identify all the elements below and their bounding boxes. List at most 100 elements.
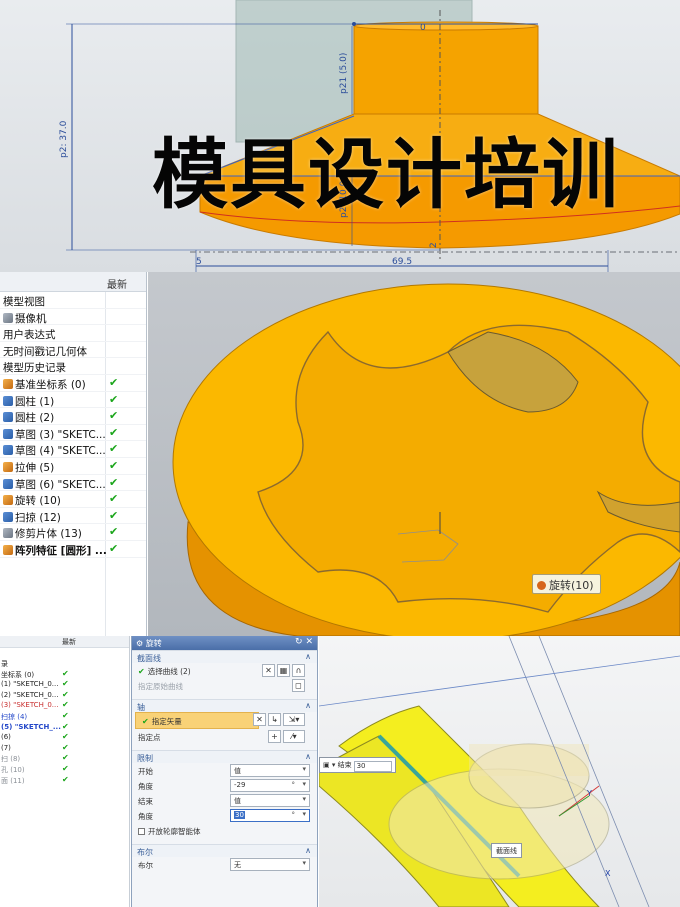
origin-curve-row[interactable]: 指定原始曲线 ◻ [132,678,317,693]
curve-rule-button[interactable]: ✕ [262,664,275,677]
tree-row-label: 拉伸 (5) [15,461,55,474]
start-angle-row[interactable]: 角度 -29 ° ▾ [132,778,317,793]
tree-row[interactable]: 修剪片体 (13) ✔ [0,524,146,541]
vector-type-dropdown[interactable]: ⇲▾ [283,713,305,726]
revolve-dialog[interactable]: ⚙ 旋转 ↻ ✕ 截面线∧ 选择曲线 (2) ✕ ▦ ∩ 指定原始曲线 ◻ 轴∧… [131,636,318,907]
tree-row[interactable]: 用户表达式 [0,325,146,342]
dim-offset[interactable]: 2 [429,242,439,248]
end-angle-row[interactable]: 角度 30 ° ▾ [132,808,317,823]
end-value-input[interactable]: 30 [353,761,392,772]
header-name [2,276,5,287]
sketch-icon [3,478,13,489]
tree-row[interactable]: 旋转 (10) ✔ [0,491,146,508]
ghost-cylinder-side [469,744,589,776]
list-item[interactable]: (7) ✔ [0,743,129,754]
boolean-row[interactable]: 布尔 无 ▾ [132,857,317,872]
chevron-up-icon[interactable]: ∧ [305,752,311,761]
tree-row[interactable]: 模型视图 [0,292,146,309]
specify-vector-row[interactable]: 指定矢量 [135,712,259,729]
dim-gap[interactable]: 5 [196,257,202,267]
close-icon[interactable]: ↻ ✕ [295,637,313,647]
dim-bottom[interactable]: 0 [420,23,426,33]
section-title: 轴 [137,703,145,712]
end-row[interactable]: 结束 值 ▾ [132,793,317,808]
start-type-select[interactable]: 值 ▾ [230,764,310,777]
chevron-up-icon[interactable]: ∧ [305,846,311,855]
tree-row[interactable]: 草图 (4) "SKETC... ✔ [0,441,146,458]
specify-vector-label: 指定矢量 [142,716,182,727]
list-item[interactable]: (3) "SKETCH_0... ✔ [0,700,129,711]
part-navigator[interactable]: 最新 模型视图 摄像机 用户表达式 无时间戳记几何体 模型历史记录 基准坐标系 … [0,272,147,636]
list-item-label: 面 (11) [1,776,25,785]
tree-row[interactable]: 摄像机 [0,309,146,326]
axis-line [319,655,680,707]
list-item-label: (2) "SKETCH_0... [1,690,59,699]
select-curve-label: 选择曲线 (2) [138,666,191,677]
specify-point-row[interactable]: 指定点 + ⁄▾ [132,729,317,744]
sketch-section-button[interactable]: ▦ [277,664,290,677]
list-item[interactable]: (6) ✔ [0,732,129,743]
tree-row[interactable]: 圆柱 (1) ✔ [0,392,146,409]
tree-row[interactable]: 拉伸 (5) ✔ [0,458,146,475]
list-item-label: (3) "SKETCH_0... [1,701,59,710]
tooltip-text: 旋转(10) [549,579,594,592]
header-latest: 最新 [107,280,127,291]
select-curve-row[interactable]: 选择曲线 (2) ✕ ▦ ∩ [132,663,317,678]
end-angle-handle[interactable]: ▣ ▾ 结束 30 [319,757,396,773]
list-item[interactable]: (2) "SKETCH_0... ✔ [0,690,129,701]
top-cylinder-cap [353,21,539,31]
dim-width[interactable]: 69.5 [392,257,412,267]
vector-dialog-button[interactable]: ↳ [268,713,281,726]
dim-top-diameter[interactable]: p21 (5.0) [339,53,349,94]
point-type-dropdown[interactable]: ⁄▾ [283,730,305,743]
section-header-curve[interactable]: 截面线 ∧ [132,650,317,663]
section-header-boolean[interactable]: 布尔 ∧ [132,844,317,857]
section-curve-label[interactable]: 截面线 [491,843,522,858]
section-title: 截面线 [137,654,161,663]
tree-row[interactable]: 基准坐标系 (0) ✔ [0,375,146,392]
list-item[interactable]: (1) "SKETCH_0... ✔ [0,679,129,690]
status-check-icon: ✔ [62,742,69,752]
tree-row[interactable]: 扫掠 (12) ✔ [0,508,146,525]
chevron-up-icon[interactable]: ∧ [305,652,311,661]
list-item[interactable]: 录 [0,658,129,669]
status-check-icon: ✔ [62,668,69,678]
open-profile-row[interactable]: 开放轮廓智能体 [132,823,317,838]
tree-row[interactable]: 圆柱 (2) ✔ [0,408,146,425]
cylinder-icon [3,412,13,423]
list-item-label: 孔 (10) [1,765,25,774]
end-type-select[interactable]: 值 ▾ [230,794,310,807]
boolean-select[interactable]: 无 ▾ [230,858,310,871]
sweep-icon [3,511,13,522]
list-item[interactable]: 孔 (10) ✔ [0,764,129,775]
start-row[interactable]: 开始 值 ▾ [132,763,317,778]
status-check-icon: ✔ [109,525,119,539]
dialog-title-bar[interactable]: ⚙ 旋转 ↻ ✕ [132,636,317,650]
list-item[interactable]: 面 (11) ✔ [0,775,129,786]
tree-row[interactable]: 模型历史记录 [0,358,146,375]
open-profile-checkbox[interactable] [138,828,145,835]
section-header-axis[interactable]: 轴 ∧ [132,699,317,712]
section-header-limits[interactable]: 限制 ∧ [132,750,317,763]
start-angle-input[interactable]: -29 ° ▾ [230,779,310,792]
end-value: 30 [356,762,366,770]
curve-select-button[interactable]: ∩ [292,664,305,677]
status-check-icon: ✔ [109,475,119,489]
list-item[interactable]: (5) "SKETCH_... ✔ [0,722,129,733]
end-angle-input[interactable]: 30 ° ▾ [230,809,310,822]
mini-part-navigator[interactable]: 最新 录 坐标系 (0) ✔ (1) "SKETCH_0... ✔ (2) "SKE… [0,636,130,907]
chevron-up-icon[interactable]: ∧ [305,701,311,710]
list-item-label: (5) "SKETCH_... [1,722,61,731]
origin-curve-button[interactable]: ◻ [292,679,305,692]
list-item[interactable]: 扫 (8) ✔ [0,753,129,764]
tree-row[interactable]: 草图 (3) "SKETC... ✔ [0,425,146,442]
point-dialog-button[interactable]: + [268,730,281,743]
list-item[interactable]: 扫掠 (4) ✔ [0,711,129,722]
reverse-direction-button[interactable]: ✕ [253,713,266,726]
revolve-preview-viewport[interactable]: Y X ▣ ▾ 结束 30 截面线 [319,636,680,907]
tree-row[interactable]: 阵列特征 [圆形] ... ✔ [0,541,146,558]
tree-row[interactable]: 草图 (6) "SKETC... ✔ [0,475,146,492]
tree-row[interactable]: 无时间戳记几何体 [0,342,146,359]
list-item[interactable]: 坐标系 (0) ✔ [0,669,129,680]
